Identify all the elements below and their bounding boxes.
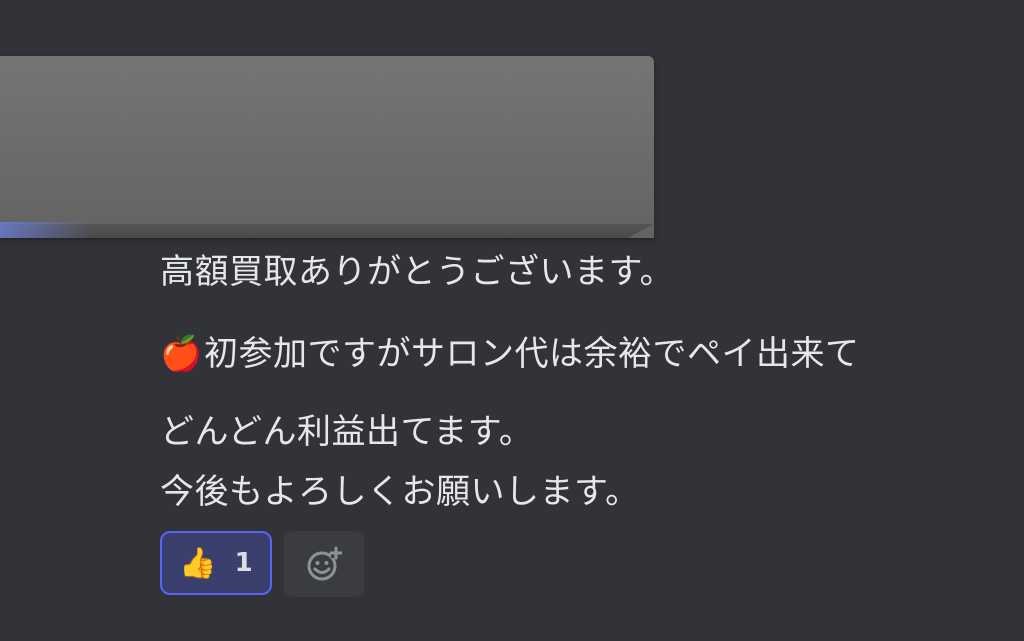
message-text: 初参加ですがサロン代は余裕でペイ出来て [204, 334, 860, 374]
message-line-1: 高額買取ありがとうございます。 [160, 250, 674, 294]
message-line-3: どんどん利益出てます。 [160, 410, 533, 454]
reactions-bar: 👍 1 [160, 531, 364, 597]
reaction-thumbs-up[interactable]: 👍 1 [160, 531, 272, 595]
apple-emoji-icon: 🍎 [160, 334, 203, 374]
message-text: 今後もよろしくお願いします。 [160, 472, 640, 512]
thumbs-up-icon: 👍 [179, 545, 217, 581]
message-text: どんどん利益出てます。 [160, 412, 534, 452]
reaction-count: 1 [234, 548, 253, 578]
message-line-4: 今後もよろしくお願いします。 [160, 470, 640, 514]
add-reaction-icon [307, 546, 342, 581]
message-text: 高額買取ありがとうございます。 [160, 252, 675, 292]
image-edge-highlight [0, 222, 90, 238]
add-reaction-button[interactable] [284, 531, 364, 597]
message-line-2: 🍎初参加ですがサロン代は余裕でペイ出来て [160, 332, 860, 376]
image-attachment[interactable] [0, 56, 654, 238]
